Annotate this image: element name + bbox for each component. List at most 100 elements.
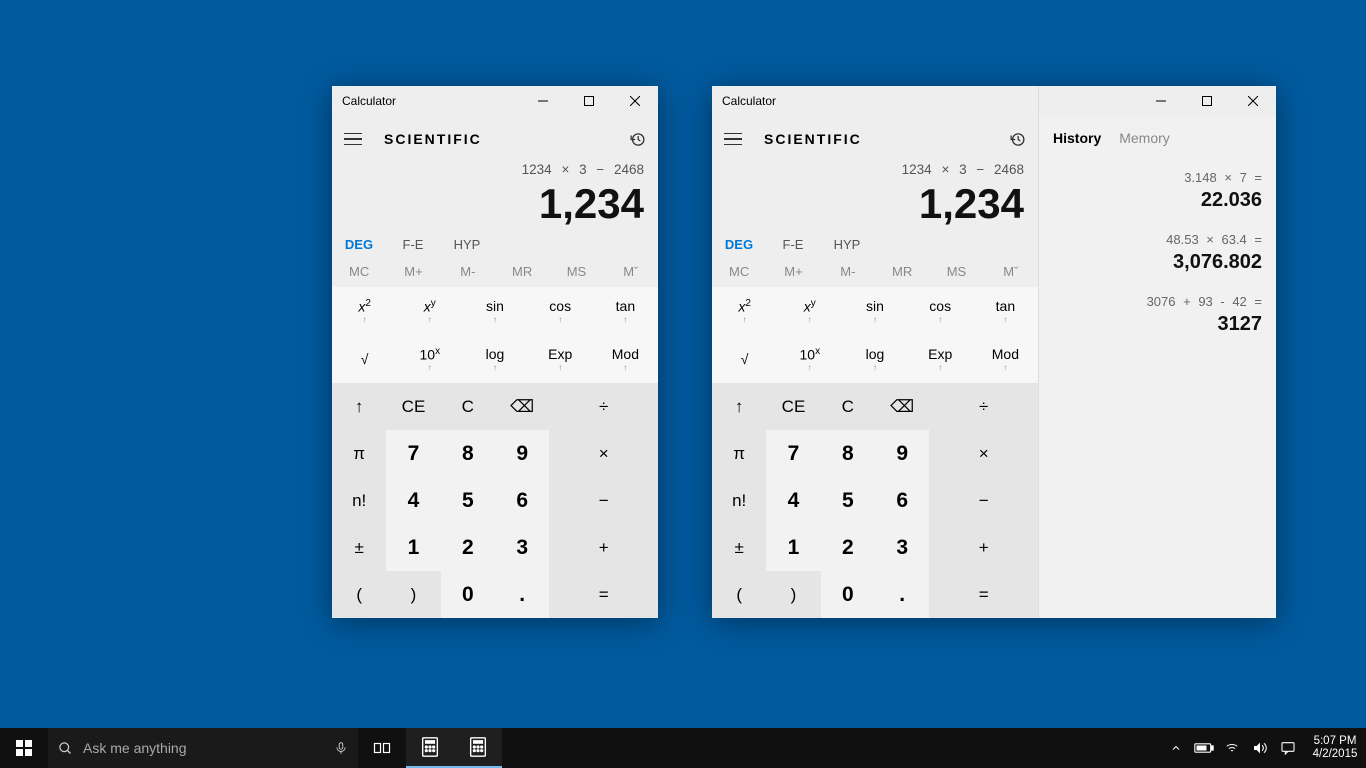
multiply-button[interactable]: × [549, 430, 658, 477]
history-icon[interactable] [1006, 128, 1028, 150]
x2-button[interactable]: x2↑ [712, 287, 777, 335]
factorial-button[interactable]: n! [712, 477, 766, 524]
maximize-button[interactable] [1184, 86, 1230, 116]
volume-icon[interactable] [1246, 728, 1274, 768]
tray-chevron-icon[interactable] [1162, 728, 1190, 768]
digit-0[interactable]: 0 [821, 571, 875, 618]
mr-button[interactable]: MR [495, 264, 549, 279]
deg-toggle[interactable]: DEG [712, 237, 766, 252]
mc-button[interactable]: MC [332, 264, 386, 279]
minus-button[interactable]: − [929, 477, 1038, 524]
tenx-button[interactable]: 10x↑ [777, 335, 842, 383]
divide-button[interactable]: ÷ [549, 383, 658, 430]
deg-toggle[interactable]: DEG [332, 237, 386, 252]
minus-button[interactable]: − [549, 477, 658, 524]
mic-icon[interactable] [334, 739, 348, 757]
digit-1[interactable]: 1 [766, 524, 820, 571]
digit-7[interactable]: 7 [766, 430, 820, 477]
mc-button[interactable]: MC [712, 264, 766, 279]
minimize-button[interactable] [1138, 86, 1184, 116]
divide-button[interactable]: ÷ [929, 383, 1038, 430]
digit-3[interactable]: 3 [875, 524, 929, 571]
action-center-icon[interactable] [1274, 728, 1302, 768]
taskview-icon[interactable] [358, 728, 406, 768]
wifi-icon[interactable] [1218, 728, 1246, 768]
mv-button[interactable]: Mˇ [984, 264, 1038, 279]
mr-button[interactable]: MR [875, 264, 929, 279]
taskbar-app-calculator[interactable] [406, 728, 454, 768]
decimal-button[interactable]: . [495, 571, 549, 618]
xy-button[interactable]: xy↑ [777, 287, 842, 335]
lparen-button[interactable]: ( [332, 571, 386, 618]
sin-button[interactable]: sin↑ [842, 287, 907, 335]
pi-button[interactable]: π [712, 430, 766, 477]
plusminus-button[interactable]: ± [332, 524, 386, 571]
mminus-button[interactable]: M- [821, 264, 875, 279]
ms-button[interactable]: MS [929, 264, 983, 279]
ce-button[interactable]: CE [386, 383, 440, 430]
plusminus-button[interactable]: ± [712, 524, 766, 571]
mod-button[interactable]: Mod↑ [593, 335, 658, 383]
maximize-button[interactable] [566, 86, 612, 116]
history-item[interactable]: 3.148 × 7 = 22.036 [1053, 170, 1262, 212]
decimal-button[interactable]: . [875, 571, 929, 618]
log-button[interactable]: log↑ [462, 335, 527, 383]
search-box[interactable]: Ask me anything [48, 728, 358, 768]
fe-toggle[interactable]: F-E [386, 237, 440, 252]
history-icon[interactable] [626, 128, 648, 150]
xy-button[interactable]: xy↑ [397, 287, 462, 335]
tab-memory[interactable]: Memory [1119, 130, 1170, 146]
fe-toggle[interactable]: F-E [766, 237, 820, 252]
history-item[interactable]: 3076 + 93 - 42 = 3127 [1053, 294, 1262, 336]
history-item[interactable]: 48.53 × 63.4 = 3,076.802 [1053, 232, 1262, 274]
plus-button[interactable]: + [549, 524, 658, 571]
digit-9[interactable]: 9 [495, 430, 549, 477]
digit-9[interactable]: 9 [875, 430, 929, 477]
exp-button[interactable]: Exp↑ [528, 335, 593, 383]
mod-button[interactable]: Mod↑ [973, 335, 1038, 383]
digit-0[interactable]: 0 [441, 571, 495, 618]
minimize-button[interactable] [520, 86, 566, 116]
digit-5[interactable]: 5 [821, 477, 875, 524]
sqrt-button[interactable]: √ [712, 335, 777, 383]
mplus-button[interactable]: M+ [386, 264, 440, 279]
tan-button[interactable]: tan↑ [973, 287, 1038, 335]
taskbar-app-calculator[interactable] [454, 728, 502, 768]
tan-button[interactable]: tan↑ [593, 287, 658, 335]
c-button[interactable]: C [441, 383, 495, 430]
lparen-button[interactable]: ( [712, 571, 766, 618]
rparen-button[interactable]: ) [766, 571, 820, 618]
menu-icon[interactable] [722, 127, 750, 152]
log-button[interactable]: log↑ [842, 335, 907, 383]
digit-4[interactable]: 4 [386, 477, 440, 524]
backspace-button[interactable]: ⌫ [495, 383, 549, 430]
ce-button[interactable]: CE [766, 383, 820, 430]
digit-1[interactable]: 1 [386, 524, 440, 571]
sin-button[interactable]: sin↑ [462, 287, 527, 335]
c-button[interactable]: C [821, 383, 875, 430]
tenx-button[interactable]: 10x↑ [397, 335, 462, 383]
tab-history[interactable]: History [1053, 130, 1101, 146]
ms-button[interactable]: MS [549, 264, 603, 279]
digit-8[interactable]: 8 [441, 430, 495, 477]
equals-button[interactable]: = [549, 571, 658, 618]
close-button[interactable] [612, 86, 658, 116]
x2-button[interactable]: x2↑ [332, 287, 397, 335]
close-button[interactable] [1230, 86, 1276, 116]
mv-button[interactable]: Mˇ [604, 264, 658, 279]
backspace-button[interactable]: ⌫ [875, 383, 929, 430]
pi-button[interactable]: π [332, 430, 386, 477]
up-button[interactable]: ↑ [712, 383, 766, 430]
mminus-button[interactable]: M- [441, 264, 495, 279]
digit-6[interactable]: 6 [495, 477, 549, 524]
factorial-button[interactable]: n! [332, 477, 386, 524]
digit-8[interactable]: 8 [821, 430, 875, 477]
digit-2[interactable]: 2 [441, 524, 495, 571]
digit-4[interactable]: 4 [766, 477, 820, 524]
digit-5[interactable]: 5 [441, 477, 495, 524]
hyp-toggle[interactable]: HYP [820, 237, 874, 252]
multiply-button[interactable]: × [929, 430, 1038, 477]
exp-button[interactable]: Exp↑ [908, 335, 973, 383]
cos-button[interactable]: cos↑ [908, 287, 973, 335]
digit-2[interactable]: 2 [821, 524, 875, 571]
